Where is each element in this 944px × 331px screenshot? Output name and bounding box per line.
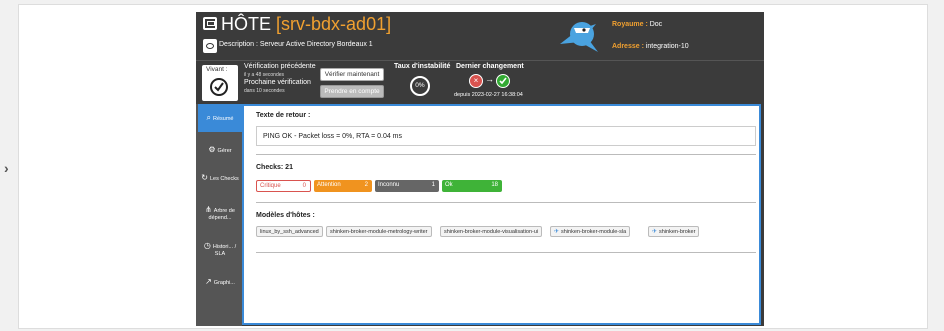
template-tag[interactable]: ✈ shinken-broker-module-sla — [550, 226, 631, 237]
host-name: srv-bdx-ad01 — [281, 14, 387, 34]
tree-icon: ⋔ — [205, 205, 212, 214]
templates-heading: Modèles d'hôtes : — [256, 212, 315, 219]
check-circle-icon — [210, 78, 228, 96]
critical-status-icon: × — [469, 74, 483, 88]
ok-status-icon — [496, 74, 510, 88]
badge-count: 2 — [364, 182, 368, 188]
search-icon: ⌕ — [206, 113, 211, 122]
prev-check-label: Vérification précédente — [244, 63, 316, 70]
sidebar-item-label: Arbre de dépend... — [208, 208, 235, 221]
prev-check-time: il y a 48 secondes — [244, 72, 285, 78]
divider — [256, 252, 756, 253]
next-check-label: Prochaine vérification — [244, 79, 311, 86]
badge-count: 18 — [491, 182, 498, 188]
output-text: PING OK - Packet loss = 0%, RTA = 0.04 m… — [256, 126, 756, 146]
checks-critical-badge[interactable]: Critique 0 — [256, 180, 311, 192]
sidebar-item-checks[interactable]: ↻ Les Checks — [198, 166, 242, 198]
shinken-fish-icon: ✈ — [554, 229, 560, 235]
divider — [256, 202, 756, 203]
title-prefix: HÔTE — [221, 14, 272, 34]
template-tag-label: shinken-broker — [659, 229, 696, 235]
history-icon: ◷ — [203, 241, 211, 250]
divider — [256, 154, 756, 155]
badge-label: Critique — [260, 183, 281, 189]
template-tag[interactable]: shinken-broker-module-metrology-writer — [326, 226, 432, 237]
sidebar-item-manage[interactable]: ⚙ Gérer — [198, 136, 242, 164]
gears-icon: ⚙ — [208, 145, 216, 154]
badge-count: 1 — [431, 182, 435, 188]
last-change-date: depuis 2023-02-27 16:38:04 — [454, 92, 523, 98]
status-strip: Vivant : Vérification précédente il y a … — [196, 60, 764, 105]
checks-heading: Checks: 21 — [256, 164, 293, 171]
template-tag[interactable]: linux_by_ssh_advanced — [256, 226, 323, 237]
checks-warning-badge[interactable]: Attention 2 — [314, 180, 372, 192]
output-heading: Texte de retour : — [256, 112, 311, 119]
summary-content: Texte de retour : PING OK - Packet loss … — [242, 104, 761, 325]
realm: Royaume : Doc — [612, 21, 662, 28]
shinken-fish-icon: ✈ — [652, 229, 658, 235]
description-icon — [203, 39, 217, 53]
description-text: Serveur Active Directory Bordeaux 1 — [259, 41, 373, 48]
sidebar-item-label: Histori... / SLA — [212, 244, 237, 257]
instability-value: 0% — [410, 76, 430, 96]
page-title: HÔTE [srv-bdx-ad01] — [221, 14, 391, 35]
instability-label: Taux d'instabilité — [394, 63, 451, 70]
template-tag[interactable]: ✈ shinken-broker — [648, 226, 700, 237]
template-tag-label: shinken-broker-module-sla — [561, 229, 627, 235]
realm-value: Doc — [649, 21, 663, 28]
realm-label: Royaume : — [612, 21, 650, 28]
sidebar-item-graphs[interactable]: ↗ Graphi... — [198, 268, 242, 296]
address-label: Adresse : — [612, 43, 646, 50]
graph-icon: ↗ — [205, 277, 212, 286]
sidebar-item-label: Les Checks — [209, 176, 239, 182]
expand-arrow-icon[interactable]: › — [4, 160, 9, 176]
check-info: Vérification précédente il y a 48 second… — [244, 63, 316, 95]
description-label: Description : — [219, 41, 260, 48]
title-bracket-close: ] — [386, 14, 392, 34]
sidebar-item-history[interactable]: ◷ Histori... / SLA — [198, 234, 242, 266]
badge-count: 0 — [302, 183, 306, 189]
alive-label: Vivant : — [206, 66, 228, 73]
address: Adresse : integration-10 — [612, 43, 689, 50]
template-tag[interactable]: shinken-broker-module-visualisation-ui — [440, 226, 543, 237]
verify-now-button[interactable]: Vérifier maintenant — [320, 68, 384, 81]
sidebar-item-label: Gérer — [217, 148, 232, 154]
host-window: HÔTE [srv-bdx-ad01] Description : Serveu… — [196, 12, 764, 326]
alive-box: Vivant : — [202, 65, 238, 101]
sidebar-item-label: Résumé — [213, 116, 234, 122]
checks-ok-badge[interactable]: Ok 18 — [442, 180, 502, 192]
arrow-right-icon: → — [485, 74, 494, 84]
last-change-label: Dernier changement — [456, 63, 524, 70]
sidebar: ⌕ Résumé ⚙ Gérer ↻ Les Checks ⋔ Arbre de dép… — [196, 104, 242, 326]
acknowledge-button[interactable]: Prendre en compte — [320, 85, 384, 98]
badge-label: Attention — [317, 182, 341, 188]
description: Description : Serveur Active Directory B… — [219, 41, 373, 48]
badge-label: Ok — [445, 182, 453, 188]
address-value: integration-10 — [645, 43, 689, 50]
host-header: HÔTE [srv-bdx-ad01] Description : Serveu… — [196, 12, 764, 60]
next-check-time: dans 10 secondes — [244, 88, 285, 94]
sidebar-item-summary[interactable]: ⌕ Résumé — [198, 104, 242, 132]
sidebar-item-label: Graphi... — [213, 280, 235, 286]
checks-unknown-badge[interactable]: Inconnu 1 — [375, 180, 439, 192]
host-icon — [203, 17, 217, 30]
refresh-icon: ↻ — [201, 173, 208, 182]
shinken-logo-icon — [560, 22, 598, 52]
badge-label: Inconnu — [378, 182, 400, 188]
sidebar-item-dependency-tree[interactable]: ⋔ Arbre de dépend... — [198, 200, 242, 232]
